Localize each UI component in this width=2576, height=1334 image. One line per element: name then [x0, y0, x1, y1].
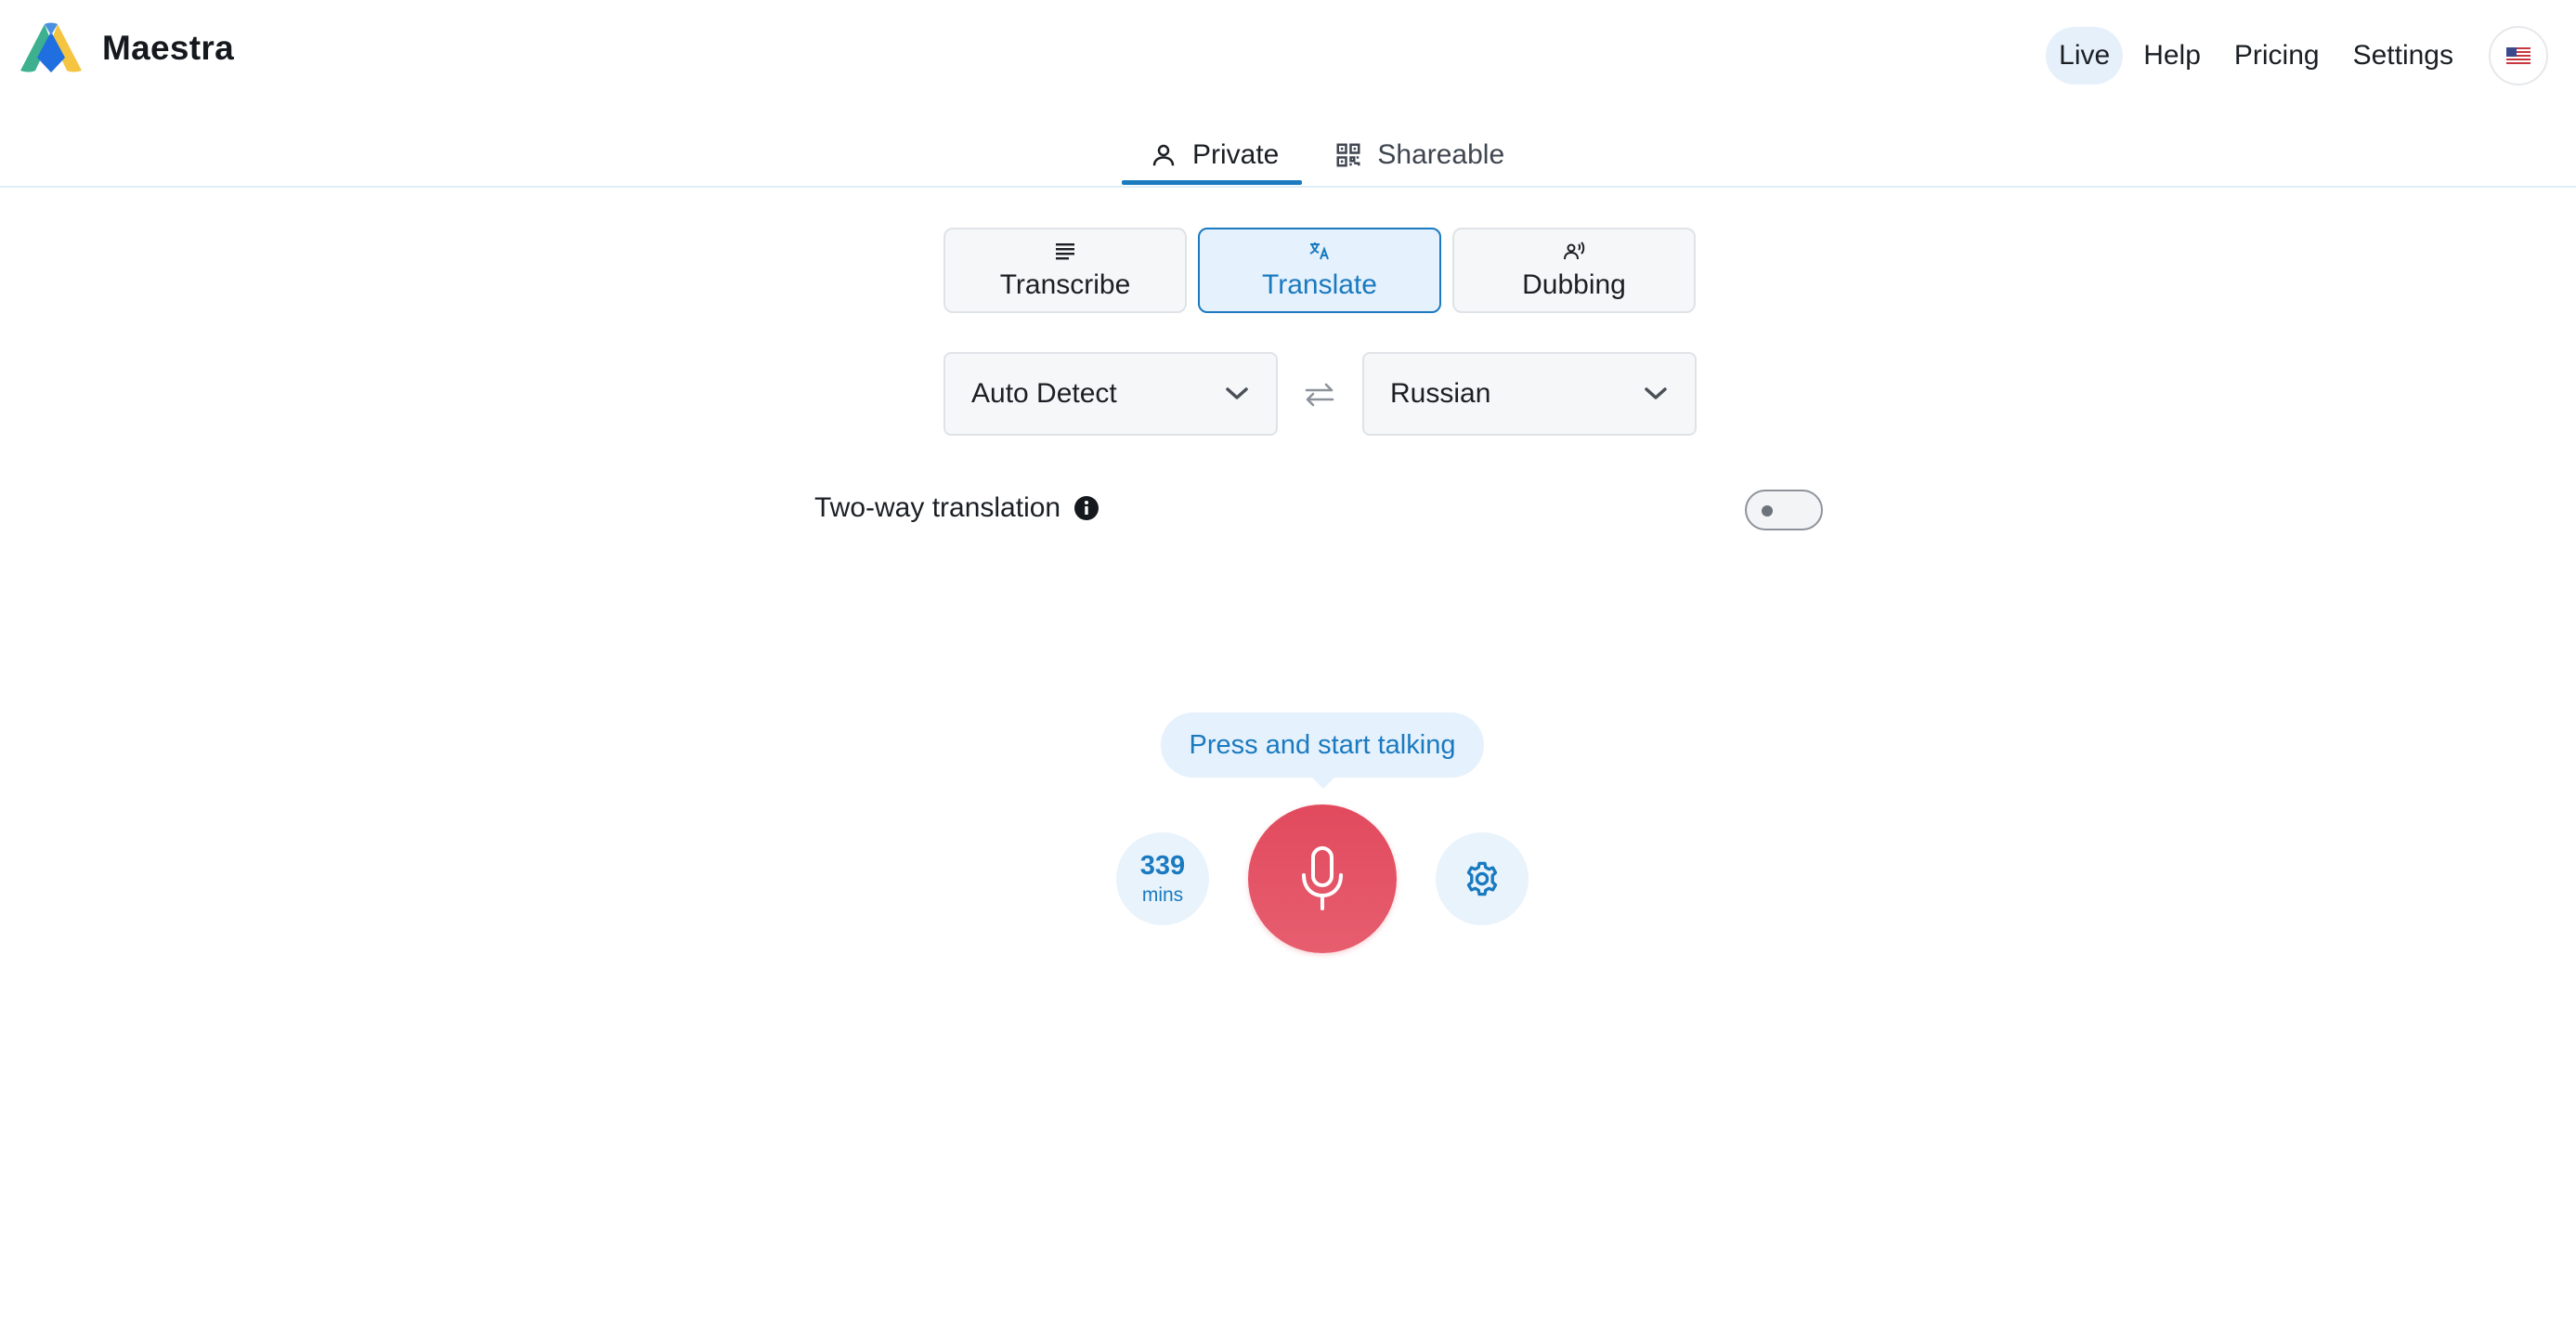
nav-live[interactable]: Live	[2046, 27, 2124, 85]
translate-button[interactable]: Translate	[1198, 228, 1441, 313]
active-tab-indicator	[1122, 180, 1302, 185]
dubbing-label: Dubbing	[1522, 268, 1626, 300]
translate-label: Translate	[1262, 268, 1377, 300]
us-flag-icon	[2506, 47, 2530, 64]
nav-pricing[interactable]: Pricing	[2221, 27, 2333, 85]
voice-person-icon	[1563, 241, 1585, 266]
top-navigation: Live Help Pricing Settings	[2038, 26, 2548, 85]
lines-icon	[1054, 241, 1076, 266]
source-language-value: Auto Detect	[971, 378, 1117, 409]
logo[interactable]: Maestra	[17, 22, 234, 74]
tab-private[interactable]: Private	[1122, 123, 1307, 188]
minutes-value: 339	[1139, 851, 1186, 881]
info-icon[interactable]	[1073, 495, 1099, 521]
language-button[interactable]	[2489, 26, 2548, 85]
chevron-down-icon	[1643, 378, 1669, 410]
tab-shareable[interactable]: Shareable	[1307, 123, 1532, 188]
person-icon	[1150, 141, 1177, 169]
minutes-remaining: 339 mins	[1116, 832, 1209, 925]
mode-tabs: Private Shareable	[1122, 123, 1532, 188]
translate-icon	[1308, 241, 1331, 266]
microphone-icon	[1302, 846, 1343, 910]
source-language-select[interactable]: Auto Detect	[943, 352, 1278, 436]
target-language-value: Russian	[1390, 378, 1491, 409]
minutes-unit: mins	[1141, 884, 1184, 906]
settings-button[interactable]	[1436, 832, 1529, 925]
target-language-select[interactable]: Russian	[1362, 352, 1697, 436]
two-way-translation-row: Two-way translation	[814, 492, 1099, 524]
dubbing-button[interactable]: Dubbing	[1452, 228, 1696, 313]
function-buttons: Transcribe Translate Dubbing	[943, 228, 1707, 313]
swap-languages-button[interactable]	[1300, 375, 1339, 414]
qr-code-icon	[1334, 141, 1362, 169]
nav-help[interactable]: Help	[2130, 27, 2214, 85]
tab-shareable-label: Shareable	[1377, 139, 1505, 170]
nav-settings[interactable]: Settings	[2340, 27, 2466, 85]
brand-name: Maestra	[102, 29, 234, 67]
talk-tooltip: Press and start talking	[1161, 713, 1484, 778]
swap-arrows-icon	[1305, 383, 1334, 407]
tab-private-label: Private	[1192, 139, 1280, 170]
tooltip-arrow	[1311, 777, 1335, 789]
chevron-down-icon	[1224, 378, 1250, 410]
transcribe-label: Transcribe	[999, 268, 1131, 300]
maestra-logo-icon	[20, 22, 82, 72]
gear-icon	[1466, 861, 1498, 896]
two-way-toggle[interactable]	[1745, 490, 1823, 530]
transcribe-button[interactable]: Transcribe	[943, 228, 1187, 313]
toggle-knob	[1762, 505, 1773, 517]
two-way-label: Two-way translation	[814, 492, 1061, 523]
tabs-divider	[0, 186, 2576, 188]
record-button[interactable]	[1248, 804, 1397, 953]
